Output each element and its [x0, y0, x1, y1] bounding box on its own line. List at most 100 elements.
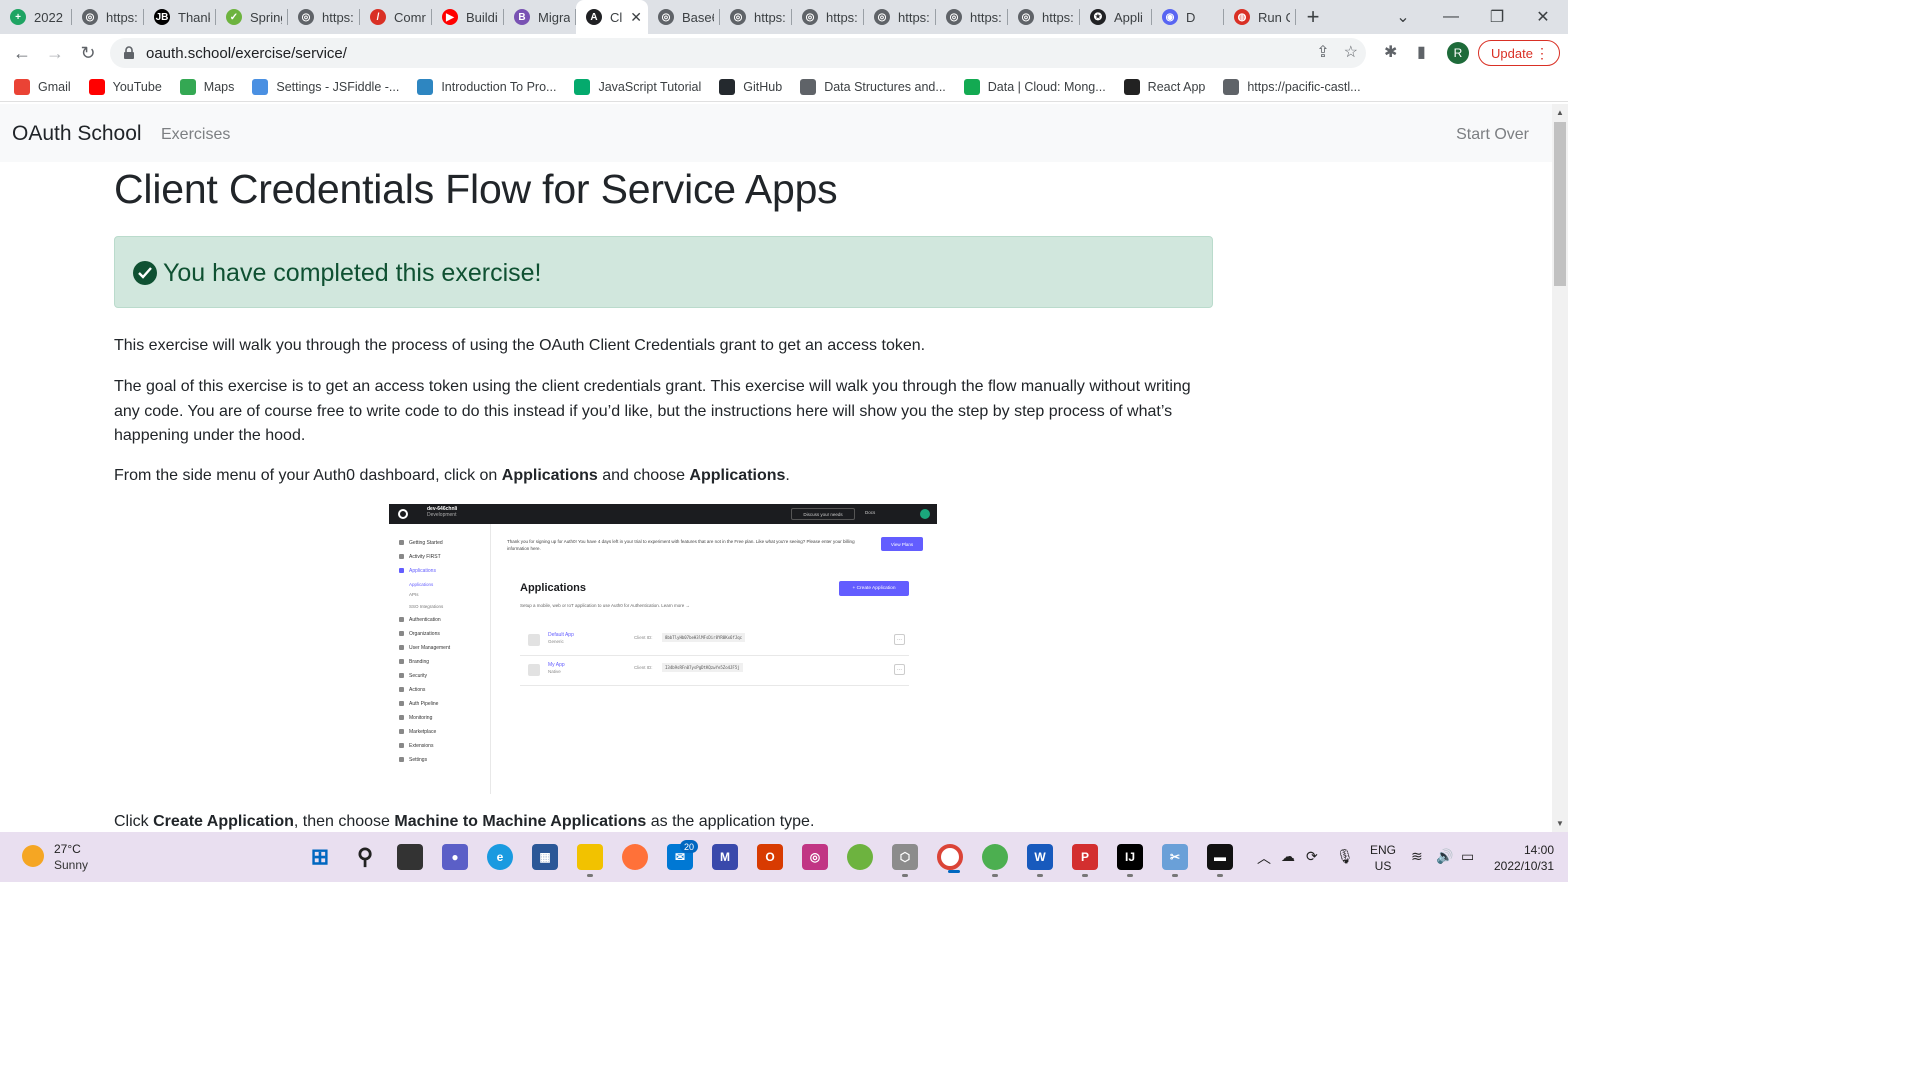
browser-tab[interactable]: ◎ https:	[864, 0, 936, 34]
browser-tab[interactable]: +2022	[0, 0, 72, 34]
search-icon[interactable]: ⚲	[352, 844, 378, 870]
browser-tab[interactable]: A Cl ✕	[576, 0, 648, 34]
page-scrollbar[interactable]: ▲ ▼	[1552, 104, 1568, 832]
client-id-value: 8bbTlyHb07beH3lMFsDir8YR0Kx6fJqc	[662, 633, 746, 642]
bookmark-item[interactable]: Maps	[179, 78, 234, 95]
sidebar-item-label: Auth Pipeline	[409, 701, 439, 707]
scroll-up-icon[interactable]: ▲	[1556, 108, 1564, 117]
tab-search-icon[interactable]: ⌄	[1380, 0, 1426, 34]
browser-tab[interactable]: ✪ Appli	[1080, 0, 1152, 34]
tab-favicon-icon: ◎	[802, 9, 818, 25]
sun-icon[interactable]	[22, 845, 44, 867]
browser-tab[interactable]: ◉ D	[1152, 0, 1224, 34]
battery-icon[interactable]: ▭	[1461, 848, 1474, 865]
bookmark-label: YouTube	[112, 79, 162, 94]
sidebar-item-icon	[399, 743, 404, 749]
bookmark-item[interactable]: Data | Cloud: Mong...	[963, 78, 1106, 95]
extensions-icon[interactable]: ✱	[1384, 42, 1397, 62]
browser-tab[interactable]: ✓ Spring	[216, 0, 288, 34]
dashboard-sidebar-item: Security	[399, 673, 427, 679]
clock[interactable]: 14:00 2022/10/31	[1494, 842, 1554, 874]
back-icon[interactable]: ←	[9, 40, 35, 66]
file-explorer-icon[interactable]	[577, 844, 603, 877]
dashboard-sidebar: Getting Started Activity FIRST Application…	[389, 524, 491, 794]
sidebar-item-icon	[399, 568, 404, 574]
browser-tab[interactable]: ◎ https:	[72, 0, 144, 34]
task-view-icon[interactable]	[397, 844, 423, 870]
browser-tab[interactable]: / Comr	[360, 0, 432, 34]
nav-exercises-link[interactable]: Exercises	[161, 126, 230, 144]
spring-boot-icon[interactable]	[982, 844, 1008, 877]
intellij-icon[interactable]: IJ	[1117, 844, 1143, 877]
sidebar-item-icon	[399, 757, 404, 763]
browser-tab[interactable]: ◎ https:	[936, 0, 1008, 34]
applications-heading: Applications	[520, 582, 587, 594]
bookmark-item[interactable]: Introduction To Pro...	[417, 78, 556, 95]
microphone-icon[interactable]: 🎙	[1336, 848, 1354, 865]
volume-icon[interactable]: 🔊	[1436, 848, 1453, 865]
tray-overflow-icon[interactable]: ︿	[1257, 848, 1271, 868]
chat-icon[interactable]: ●	[442, 844, 468, 870]
close-window-icon[interactable]: ✕	[1520, 0, 1566, 34]
edge-icon[interactable]: e	[487, 844, 513, 870]
bookmarks-bar: Gmail YouTube Maps Settings - JSFiddle -...…	[0, 72, 1568, 102]
update-button[interactable]: Update ⋮	[1478, 40, 1560, 66]
scroll-thumb[interactable]	[1554, 122, 1566, 286]
side-panel-icon[interactable]: ▮	[1417, 42, 1426, 62]
address-bar[interactable]: oauth.school/exercise/service/ ⇪ ☆	[110, 38, 1366, 68]
spring-tool-icon[interactable]	[847, 844, 873, 870]
start-over-link[interactable]: Start Over	[1456, 126, 1529, 144]
browser-tab[interactable]: JB Thank	[144, 0, 216, 34]
bookmark-item[interactable]: YouTube	[88, 78, 162, 95]
visual-studio-icon[interactable]: M	[712, 844, 738, 870]
bookmark-star-icon[interactable]: ☆	[1344, 42, 1358, 62]
app-hex-icon[interactable]: ⬡	[892, 844, 918, 877]
snipping-tool-icon[interactable]: ✂	[1162, 844, 1188, 877]
browser-tab[interactable]: ◎ https:	[720, 0, 792, 34]
sync-icon[interactable]: ⟳	[1306, 848, 1318, 865]
browser-tab[interactable]: ◎ https:	[1008, 0, 1080, 34]
site-brand[interactable]: OAuth School	[12, 122, 142, 146]
more-options-icon: ⋯	[894, 664, 905, 675]
pdf-icon[interactable]: P	[1072, 844, 1098, 877]
bookmark-item[interactable]: JavaScript Tutorial	[574, 78, 701, 95]
browser-tab[interactable]: ◎ https:	[288, 0, 360, 34]
dashboard-sidebar-item: Settings	[399, 757, 427, 763]
instagram-icon[interactable]: ◎	[802, 844, 828, 870]
bookmark-item[interactable]: Gmail	[14, 78, 71, 95]
new-tab-button[interactable]: +	[1296, 0, 1330, 34]
sidebar-item-icon	[399, 729, 404, 735]
terminal-icon[interactable]: ▬	[1207, 844, 1233, 877]
firefox-icon[interactable]	[622, 844, 648, 870]
bookmark-item[interactable]: GitHub	[719, 78, 782, 95]
browser-tab[interactable]: ◎ Base6	[648, 0, 720, 34]
browser-tab[interactable]: ◎ https:	[792, 0, 864, 34]
reload-icon[interactable]: ↻	[75, 40, 101, 66]
browser-tab[interactable]: ◍ Run C	[1224, 0, 1296, 34]
bookmark-item[interactable]: https://pacific-castl...	[1223, 78, 1361, 95]
minimize-icon[interactable]: —	[1428, 0, 1474, 34]
browser-tab[interactable]: ▶ Buildi	[432, 0, 504, 34]
close-tab-icon[interactable]: ✕	[630, 9, 642, 26]
office-icon[interactable]: O	[757, 844, 783, 870]
scroll-down-icon[interactable]: ▼	[1556, 819, 1564, 828]
bookmark-item[interactable]: Data Structures and...	[800, 78, 946, 95]
wifi-icon[interactable]: ≋	[1411, 848, 1423, 865]
maximize-icon[interactable]: ❐	[1474, 0, 1520, 34]
browser-tab[interactable]: B Migra	[504, 0, 576, 34]
bookmark-item[interactable]: Settings - JSFiddle -...	[252, 78, 399, 95]
dashboard-sidebar-item: Extensions	[399, 743, 433, 749]
word-icon[interactable]: W	[1027, 844, 1053, 877]
share-icon[interactable]: ⇪	[1316, 42, 1329, 62]
network-cloud-icon[interactable]: ☁	[1281, 848, 1295, 865]
goal-paragraph: The goal of this exercise is to get an a…	[114, 378, 1191, 444]
start-icon[interactable]: ⊞	[307, 844, 333, 870]
bookmark-item[interactable]: React App	[1123, 78, 1205, 95]
profile-avatar[interactable]: R	[1447, 42, 1469, 64]
trial-banner: Thank you for signing up for Auth0! You …	[507, 539, 855, 551]
forward-icon[interactable]: →	[42, 40, 68, 66]
language-indicator[interactable]: ENG US	[1370, 842, 1396, 874]
chrome-icon[interactable]	[937, 844, 963, 873]
app-icon	[528, 634, 540, 646]
store-icon[interactable]: ▦	[532, 844, 558, 870]
